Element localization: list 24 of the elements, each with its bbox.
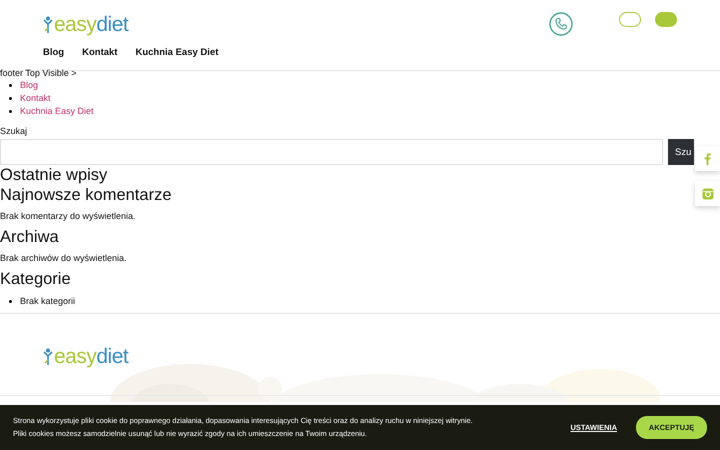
- search-label: Szukaj: [0, 126, 28, 136]
- nav-link[interactable]: Kontakt: [82, 47, 118, 58]
- easydiet-logo[interactable]: easydiet: [43, 14, 128, 34]
- facebook-icon[interactable]: [704, 152, 711, 164]
- search-button[interactable]: Szu: [668, 139, 694, 166]
- outline-pill-button[interactable]: [619, 12, 641, 27]
- page-link[interactable]: Kontakt: [20, 92, 51, 103]
- page-link[interactable]: Blog: [20, 80, 38, 90]
- easydiet-logo[interactable]: easydiet: [43, 346, 128, 367]
- empty-message: Brak komentarzy do wyświetlenia.: [0, 211, 136, 222]
- section-heading: Kategorie: [0, 269, 71, 290]
- search-field[interactable]: [0, 139, 663, 166]
- instagram-icon[interactable]: [702, 188, 714, 200]
- empty-message: Brak archiwów do wyświetlenia.: [0, 253, 127, 264]
- section-heading: Najnowsze komentarze: [0, 185, 172, 206]
- list-item: Brak kategorii: [20, 296, 76, 306]
- phone-icon[interactable]: [549, 12, 573, 36]
- nav-link[interactable]: Kuchnia Easy Diet: [135, 47, 218, 58]
- page-link[interactable]: Kuchnia Easy Diet: [20, 106, 94, 116]
- breadcrumb-text: footer Top Visible >: [0, 67, 76, 79]
- section-heading: Archiwa: [0, 227, 59, 248]
- section-heading: Ostatnie wpisy: [0, 165, 108, 186]
- nav-link[interactable]: Blog: [43, 47, 64, 58]
- pill-button[interactable]: [655, 12, 677, 27]
